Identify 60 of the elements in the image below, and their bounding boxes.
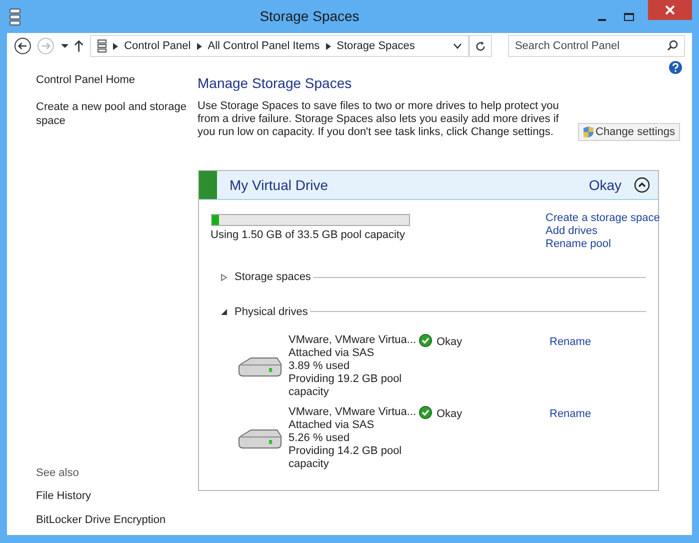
section-title: Physical drives [234,304,308,320]
minimize-icon[interactable] [598,18,606,20]
storage-icon [9,8,21,26]
change-settings-button[interactable]: Change settings [578,123,680,141]
capacity-text: Using 1.50 GB of 33.5 GB pool capacity [210,228,406,243]
close-button[interactable] [648,0,692,20]
expand-icon[interactable] [220,274,226,281]
drive-status: Okay [436,335,462,350]
collapse-icon[interactable] [634,177,650,193]
rename-link[interactable]: Rename [550,334,592,350]
drive-name: VMware, VMware Virtua... [288,406,418,419]
refresh-icon [474,40,486,52]
page-heading: Manage Storage Spaces [198,74,353,93]
search-field[interactable]: Search Control Panel [508,35,685,57]
sidebar-link[interactable]: Create a new pool and storage space [36,100,188,128]
rename-link[interactable]: Rename [550,406,592,422]
drive-detail: Attached via SAS [288,347,376,360]
description-text: Use Storage Spaces to save files to two or more drives to help protect you from a drive failure. Storage Spaces also lets you easily add more drives if you run low on capacity. If you don't see task links, click Change settings. [198,100,560,139]
pool-header[interactable]: My Virtual Drive Okay [198,171,658,200]
shield-icon [582,126,594,138]
refresh-button[interactable] [468,35,492,57]
breadcrumb-item[interactable]: All Control Panel Items [208,38,320,54]
address-field[interactable]: Control Panel All Control Panel Items Storage Spaces [90,35,469,57]
chevron-down-icon[interactable] [452,43,462,49]
pool-status: Okay [588,176,622,195]
breadcrumb-item[interactable]: Control Panel [124,38,191,54]
status-bar-indicator [198,171,216,199]
chevron-right-icon [113,42,118,50]
window-title: Storage Spaces [258,7,360,26]
close-icon [665,5,675,15]
see-also-heading: See also [36,466,80,480]
breadcrumb-item[interactable]: Storage Spaces [336,38,415,54]
check-circle-icon [418,406,432,419]
chevron-right-icon [326,42,331,50]
see-also-link[interactable]: File History [36,488,188,504]
search-icon[interactable] [666,40,678,51]
see-also-link[interactable]: BitLocker Drive Encryption [36,512,188,528]
drive-detail: Providing 14.2 GB pool capacity [288,445,403,471]
task-link[interactable]: Add drives [546,225,656,238]
up-icon[interactable] [74,40,84,52]
chevron-right-icon [196,42,202,50]
section-header[interactable]: Physical drives [210,304,646,320]
drive-detail: 5.26 % used [288,432,351,445]
drive-detail: Providing 19.2 GB pool capacity [288,373,403,399]
drive-name: VMware, VMware Virtua... [288,334,418,347]
section-title: Storage spaces [234,270,311,285]
section-header[interactable]: Storage spaces [210,269,646,286]
drive-detail: Attached via SAS [288,419,376,432]
collapse-icon[interactable] [220,308,226,316]
task-link[interactable]: Rename pool [546,238,656,251]
sidebar-link[interactable]: Control Panel Home [36,73,188,87]
drive-status: Okay [436,407,462,422]
check-circle-icon [418,334,432,347]
back-icon[interactable] [14,37,32,55]
maximize-icon[interactable] [624,12,634,20]
help-icon[interactable] [669,61,682,74]
drive-detail: 3.89 % used [288,360,351,373]
pool-name: My Virtual Drive [230,176,330,195]
dropdown-icon[interactable] [60,43,68,49]
storage-icon [97,39,108,53]
